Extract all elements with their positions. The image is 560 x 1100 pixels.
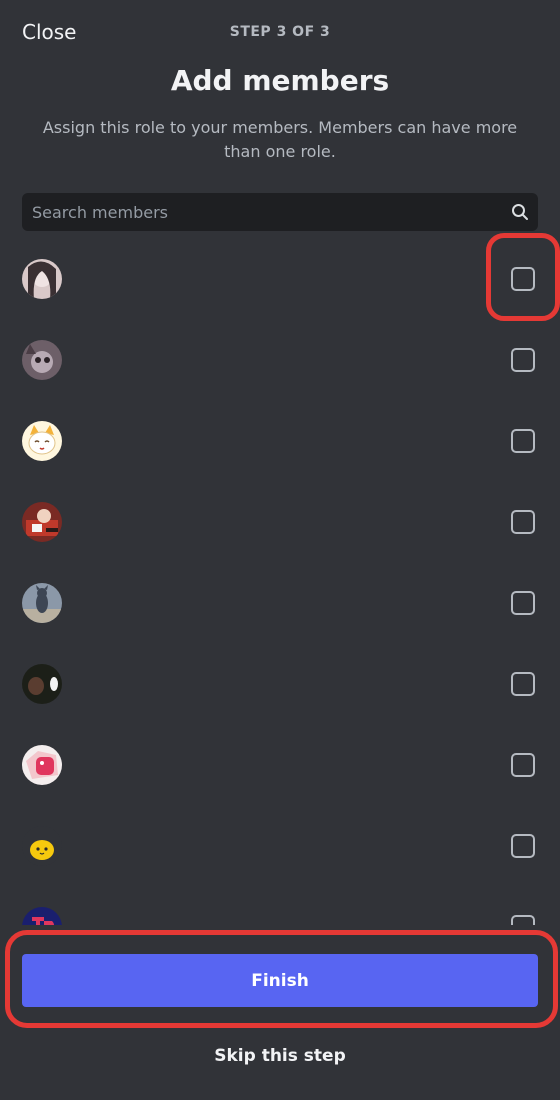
member-avatar (22, 340, 62, 380)
member-checkbox[interactable] (511, 753, 535, 777)
member-avatar (22, 664, 62, 704)
footer (0, 925, 560, 1100)
member-checkbox[interactable] (511, 834, 535, 858)
search-input[interactable] (30, 201, 510, 223)
member-row[interactable] (0, 643, 560, 723)
member-checkbox[interactable] (511, 429, 535, 453)
member-avatar (22, 502, 62, 542)
step-indicator: STEP 3 OF 3 (229, 24, 331, 40)
member-row[interactable] (0, 481, 560, 561)
member-list (0, 238, 560, 930)
member-checkbox[interactable] (511, 672, 535, 696)
member-row[interactable] (0, 238, 560, 318)
skip-step-button[interactable]: Skip this step (0, 1046, 560, 1066)
member-row[interactable] (0, 886, 560, 930)
finish-button[interactable]: Finish (22, 954, 538, 1007)
search-icon[interactable] (510, 202, 530, 222)
member-avatar (22, 583, 62, 623)
member-checkbox[interactable] (511, 591, 535, 615)
page-title: Add members (170, 64, 390, 97)
member-row[interactable] (0, 805, 560, 885)
member-row[interactable] (0, 400, 560, 480)
member-checkbox[interactable] (511, 348, 535, 372)
member-avatar (22, 421, 62, 461)
member-avatar (22, 259, 62, 299)
member-checkbox[interactable] (511, 267, 535, 291)
member-row[interactable] (0, 562, 560, 642)
member-checkbox[interactable] (511, 510, 535, 534)
member-row[interactable] (0, 724, 560, 804)
search-bar[interactable] (22, 193, 538, 231)
page-subtitle: Assign this role to your members. Member… (42, 118, 518, 161)
member-avatar (22, 745, 62, 785)
member-row[interactable] (0, 319, 560, 399)
member-avatar (22, 826, 62, 866)
